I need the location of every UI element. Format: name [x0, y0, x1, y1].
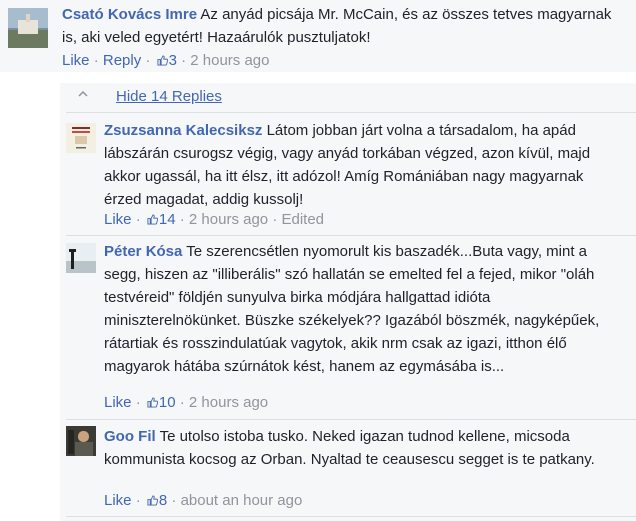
reply-author[interactable]: Péter Kósa — [104, 243, 182, 260]
divider — [66, 419, 636, 420]
avatar-image — [66, 123, 96, 153]
like-button[interactable]: Like — [62, 52, 90, 69]
like-count[interactable]: 14 — [145, 211, 176, 228]
comment-actions: Like · Reply · 3 · 2 hours ago — [62, 52, 270, 69]
reply-button[interactable]: Reply — [103, 52, 141, 69]
reply-actions: Like · 10 · 2 hours ago — [104, 394, 269, 411]
avatar-image — [66, 426, 96, 456]
like-count[interactable]: 10 — [145, 394, 176, 411]
like-button[interactable]: Like — [104, 394, 132, 411]
thumbs-up-icon — [147, 397, 158, 408]
divider — [66, 235, 636, 236]
reply-author[interactable]: Goo Fil — [104, 428, 156, 445]
like-count[interactable]: 8 — [145, 492, 167, 509]
hide-replies-row: Hide 14 Replies — [60, 83, 636, 110]
comment-author[interactable]: Csató Kovács Imre — [62, 6, 197, 23]
thumbs-up-icon — [157, 55, 168, 66]
avatar[interactable] — [8, 8, 48, 48]
reply-author[interactable]: Zsuzsanna Kalecsiksz — [104, 122, 262, 139]
timestamp[interactable]: 2 hours ago — [189, 211, 268, 228]
thumbs-up-icon — [147, 214, 158, 225]
reply-actions: Like · 8 · about an hour ago — [104, 492, 303, 509]
edited-label[interactable]: Edited — [281, 211, 324, 228]
like-button[interactable]: Like — [104, 492, 132, 509]
reply-text: Te utolso istoba tusko. Neked igazan tud… — [104, 428, 595, 468]
reply-actions: Like · 14 · 2 hours ago · Edited — [104, 211, 325, 228]
reply-text: Te szerencsétlen nyomorult kis baszadék.… — [104, 243, 600, 375]
top-comment: Csató Kovács Imre Az anyád picsája Mr. M… — [0, 0, 636, 72]
reply-body: Zsuzsanna Kalecsiksz Látom jobban járt v… — [104, 119, 624, 211]
avatar-image — [8, 8, 48, 48]
chevron-up-icon — [78, 90, 88, 97]
avatar[interactable] — [66, 123, 96, 153]
avatar[interactable] — [66, 426, 96, 456]
timestamp[interactable]: 2 hours ago — [189, 394, 268, 411]
comment-body: Csató Kovács Imre Az anyád picsája Mr. M… — [62, 3, 622, 49]
like-count[interactable]: 3 — [155, 52, 177, 69]
divider — [66, 516, 636, 517]
like-button[interactable]: Like — [104, 211, 132, 228]
thumbs-up-icon — [147, 495, 158, 506]
avatar[interactable] — [66, 243, 96, 273]
divider — [66, 112, 636, 113]
reply-body: Péter Kósa Te szerencsétlen nyomorult ki… — [104, 240, 624, 378]
timestamp[interactable]: 2 hours ago — [190, 52, 269, 69]
hide-replies-link[interactable]: Hide 14 Replies — [116, 87, 222, 107]
reply-body: Goo Fil Te utolso istoba tusko. Neked ig… — [104, 425, 624, 471]
timestamp[interactable]: about an hour ago — [181, 492, 303, 509]
avatar-image — [66, 243, 96, 273]
